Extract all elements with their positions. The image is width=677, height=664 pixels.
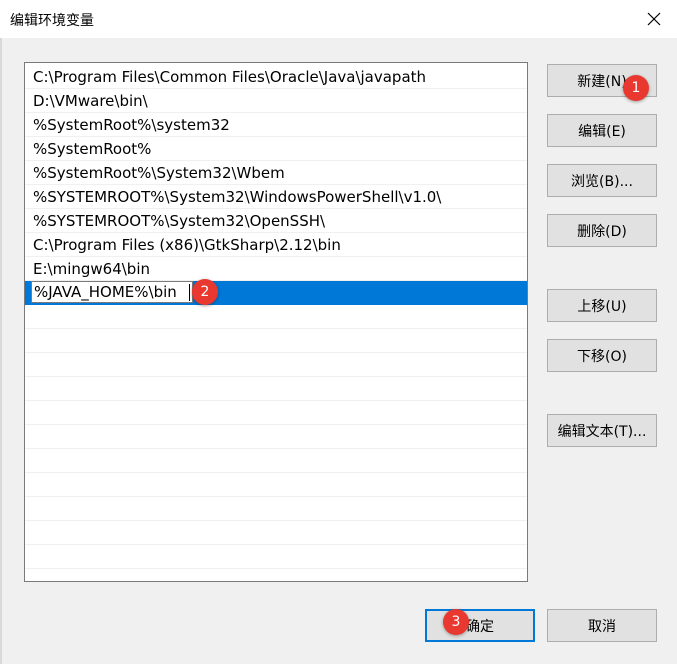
empty-row[interactable] <box>25 329 527 353</box>
step-badge-2: 2 <box>192 279 218 305</box>
empty-row[interactable] <box>25 569 527 581</box>
path-item[interactable]: %SystemRoot%\system32 <box>25 113 527 137</box>
step-badge-1: 1 <box>623 75 649 101</box>
path-item[interactable]: E:\mingw64\bin <box>25 257 527 281</box>
path-item[interactable]: %SystemRoot% <box>25 137 527 161</box>
path-item[interactable]: C:\Program Files\Common Files\Oracle\Jav… <box>25 65 527 89</box>
empty-row[interactable] <box>25 497 527 521</box>
step-badge-3: 3 <box>443 609 469 635</box>
path-item[interactable]: C:\Program Files (x86)\GtkSharp\2.12\bin <box>25 233 527 257</box>
path-item[interactable]: %SystemRoot%\System32\Wbem <box>25 161 527 185</box>
path-item[interactable]: D:\VMware\bin\ <box>25 89 527 113</box>
edit-button[interactable]: 编辑(E) <box>547 114 657 147</box>
edit-text-button[interactable]: 编辑文本(T)... <box>547 414 657 447</box>
path-item[interactable]: %SYSTEMROOT%\System32\OpenSSH\ <box>25 209 527 233</box>
empty-row[interactable] <box>25 377 527 401</box>
close-button[interactable] <box>631 0 677 38</box>
empty-row[interactable] <box>25 305 527 329</box>
window-left-edge <box>0 38 2 664</box>
empty-row[interactable] <box>25 545 527 569</box>
text-caret <box>189 284 190 301</box>
close-icon <box>647 12 661 26</box>
empty-row[interactable] <box>25 449 527 473</box>
empty-row[interactable] <box>25 425 527 449</box>
move-up-button[interactable]: 上移(U) <box>547 289 657 322</box>
empty-row[interactable] <box>25 473 527 497</box>
empty-row[interactable] <box>25 353 527 377</box>
path-item-selected[interactable] <box>25 281 527 305</box>
ok-button[interactable]: 确定 <box>425 609 535 642</box>
move-down-button[interactable]: 下移(O) <box>547 339 657 372</box>
path-edit-input[interactable] <box>31 281 193 303</box>
path-item[interactable]: %SYSTEMROOT%\System32\WindowsPowerShell\… <box>25 185 527 209</box>
browse-button[interactable]: 浏览(B)... <box>547 164 657 197</box>
window-title: 编辑环境变量 <box>10 13 94 29</box>
path-list[interactable]: C:\Program Files\Common Files\Oracle\Jav… <box>24 62 528 582</box>
empty-row[interactable] <box>25 521 527 545</box>
empty-row[interactable] <box>25 401 527 425</box>
cancel-button[interactable]: 取消 <box>547 609 657 642</box>
title-bar: 编辑环境变量 <box>0 0 677 38</box>
delete-button[interactable]: 删除(D) <box>547 214 657 247</box>
